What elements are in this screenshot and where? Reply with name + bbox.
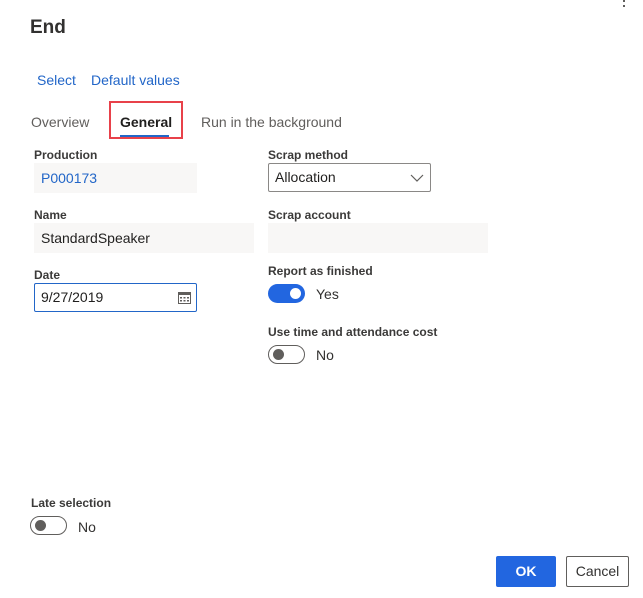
scrap-account-field [268,223,488,253]
tab-overview[interactable]: Overview [31,114,89,130]
scrap-account-label: Scrap account [268,208,351,222]
scrap-method-select[interactable]: Allocation [268,163,431,192]
select-action-link[interactable]: Select [37,72,76,88]
production-field: P000173 [34,163,197,193]
production-link[interactable]: P000173 [41,170,97,186]
scrap-method-label: Scrap method [268,148,349,162]
chevron-down-icon [410,174,424,182]
report-as-finished-label: Report as finished [268,264,373,278]
dialog-title: End [30,17,66,38]
use-time-attendance-cost-state: No [316,347,334,363]
late-selection-state: No [78,519,96,535]
more-options-icon[interactable] [623,0,627,12]
name-value: StandardSpeaker [41,230,150,246]
report-as-finished-toggle[interactable] [268,284,305,303]
late-selection-label: Late selection [31,496,112,510]
toggle-knob [35,520,46,531]
cancel-button[interactable]: Cancel [566,556,629,587]
scrap-method-value: Allocation [275,169,336,185]
late-selection-toggle[interactable] [30,516,67,535]
date-input[interactable]: 9/27/2019 [34,283,197,312]
use-time-attendance-cost-label: Use time and attendance cost [268,325,438,339]
tab-highlight-box [109,101,183,139]
name-label: Name [34,208,67,222]
date-value: 9/27/2019 [41,289,104,305]
tab-run-in-background[interactable]: Run in the background [201,114,342,130]
use-time-attendance-cost-toggle[interactable] [268,345,305,364]
default-values-action-link[interactable]: Default values [91,72,180,88]
toggle-knob [273,349,284,360]
name-field: StandardSpeaker [34,223,254,253]
calendar-icon[interactable] [178,291,191,304]
report-as-finished-state: Yes [316,286,339,302]
production-label: Production [34,148,98,162]
ok-button[interactable]: OK [496,556,556,587]
date-label: Date [34,268,61,282]
toggle-knob [290,288,301,299]
